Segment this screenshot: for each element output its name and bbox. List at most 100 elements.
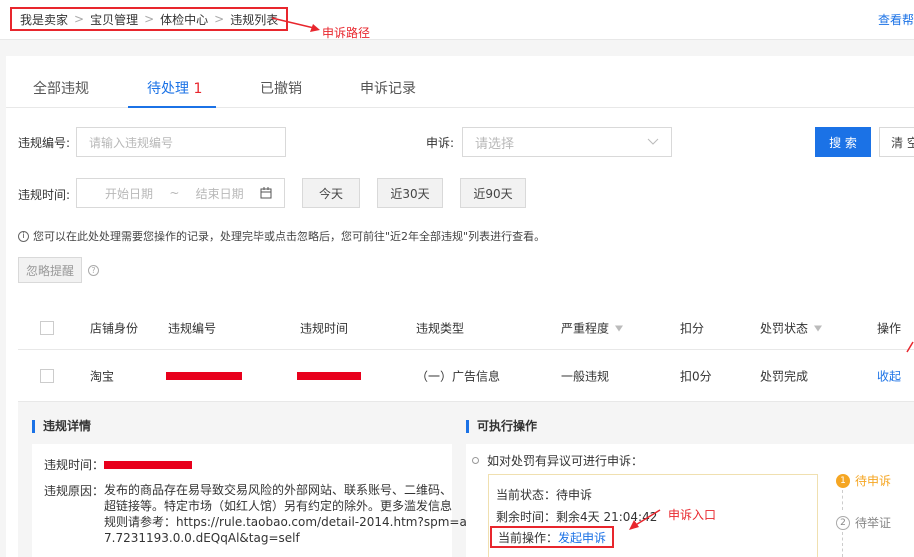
tab-pending[interactable]: 待处理 1 [147,78,202,98]
annotation-arrow-icon [271,17,320,32]
breadcrumb-separator: > [214,12,225,26]
step-number: 2 [836,515,850,530]
step-connector [842,532,843,557]
cell-shop: 淘宝 [90,369,115,383]
col-violation-no: 违规编号 [168,321,217,335]
breadcrumb-item-seller[interactable]: 我是卖家 [20,11,68,28]
input-placeholder: 请输入违规编号 [89,135,174,150]
col-violation-time: 违规时间 [300,321,349,335]
search-button[interactable]: 搜 索 [815,127,871,157]
status-value: 待申诉 [556,488,593,502]
row-checkbox[interactable] [40,368,54,383]
annotation-arrow-icon [906,341,914,353]
breadcrumb: 我是卖家 > 宝贝管理 > 体检中心 > 违规列表 [10,7,289,31]
quick-90-days-button[interactable]: 近90天 [460,178,526,208]
tab-count-badge: 1 [193,81,203,97]
collapse-link[interactable]: 收起 [877,367,901,384]
end-date-placeholder: 结束日期 [195,186,244,201]
clear-button[interactable]: 清 空 [879,127,914,157]
detail-time-label: 违规时间： [44,458,105,472]
reason-line: 7.7231193.0.0.dEQqAl&tag=self [104,531,300,545]
date-range-picker[interactable]: 开始日期 ~ 结束日期 [76,178,285,208]
tab-bar: 全部违规 待处理 1 已撤销 申诉记录 [6,56,914,108]
annotation-appeal-entry: 申诉入口 [668,508,717,522]
tab-label: 申诉记录 [360,81,416,97]
violation-detail-title: 违规详情 [32,420,91,433]
annotation-arrow-icon [629,509,661,530]
breadcrumb-separator: > [74,12,85,26]
tab-label: 全部违规 [33,81,89,97]
remaining-label: 剩余时间： [496,510,557,524]
col-points: 扣分 [680,321,705,335]
operation-label: 当前操作： [498,530,559,545]
redacted-violation-time [297,371,361,380]
start-appeal-link[interactable]: 发起申诉 [558,529,606,546]
step-number: 1 [836,473,850,488]
detail-reason-label: 违规原因： [44,484,105,498]
col-severity[interactable]: 严重程度 [561,319,624,336]
breadcrumb-item-items[interactable]: 宝贝管理 [90,11,138,28]
col-shop-identity: 店铺身份 [90,321,139,335]
reason-line: 发布的商品存在易导致交易风险的外部网站、联系账号、二维码、 [104,483,453,497]
reason-line: 规则请参考：https://rule.taobao.com/detail-201… [104,515,490,529]
status-label: 当前状态： [496,488,557,502]
tab-label: 已撤销 [260,81,302,97]
violation-no-label: 违规编号: [18,136,71,150]
col-violation-type: 违规类型 [416,321,465,335]
filter-icon[interactable] [814,325,823,332]
violation-time-label: 违规时间: [18,188,71,202]
cell-points: 扣0分 [680,369,712,383]
step-pending-appeal: 1 待申诉 [836,472,891,489]
detail-area: 违规详情 违规时间： 违规原因： 发布的商品存在易导致交易风险的外部网站、联系账… [18,402,914,557]
tab-label: 待处理 [147,81,189,97]
active-tab-indicator [128,106,216,108]
quick-today-button[interactable]: 今天 [302,178,360,208]
actions-intro: 如对处罚有异议可进行申诉： [487,454,644,468]
step-pending-evidence: 2 待举证 [836,514,891,531]
info-icon: i [18,230,29,242]
table-row: 淘宝 （一）广告信息 一般违规 扣0分 处罚完成 收起 [18,350,914,402]
info-notice: i 您可以在此处处理需要您操作的记录，处理完毕或点击忽略后，您可前往"近2年全部… [18,228,545,244]
quick-30-days-button[interactable]: 近30天 [377,178,443,208]
current-operation-line: 当前操作： 发起申诉 [490,526,615,548]
tab-appeal-records[interactable]: 申诉记录 [360,78,416,98]
violation-detail-box: 违规时间： 违规原因： 发布的商品存在易导致交易风险的外部网站、联系账号、二维码… [32,444,490,557]
reason-line: 超链接等。特定市场（如红人馆）另有约定的除外。更多滥发信息 [104,499,453,513]
table-header: 店铺身份 违规编号 违规时间 违规类型 严重程度 扣分 处罚状态 操作 [18,306,914,350]
breadcrumb-item-checkup[interactable]: 体检中心 [160,11,208,28]
violation-no-input[interactable]: 请输入违规编号 [76,127,286,157]
step-connector [842,490,843,510]
select-all-checkbox[interactable] [40,320,54,335]
detail-reason-text: 发布的商品存在易导致交易风险的外部网站、联系账号、二维码、 超链接等。特定市场（… [104,482,490,546]
cell-severity: 一般违规 [561,369,610,383]
filter-icon[interactable] [615,325,624,332]
col-label: 严重程度 [561,321,610,335]
chevron-down-icon [647,138,659,145]
step-label: 待举证 [855,516,892,530]
start-date-placeholder: 开始日期 [105,186,154,201]
tab-all-violations[interactable]: 全部违规 [33,78,89,98]
actions-intro-line: 如对处罚有异议可进行申诉： [472,452,643,469]
current-status-line: 当前状态：待申诉 [496,486,592,503]
col-penalty-status[interactable]: 处罚状态 [760,319,823,336]
breadcrumb-separator: > [144,12,155,26]
tab-revoked[interactable]: 已撤销 [260,78,302,98]
actions-box: 如对处罚有异议可进行申诉： 当前状态：待申诉 剩余时间：剩余4天 21:04:4… [466,444,914,557]
col-actions: 操作 [877,321,902,335]
calendar-icon [260,187,272,199]
ignore-reminder-button[interactable]: 忽略提醒 [18,257,82,283]
appeal-label: 申诉: [426,136,455,150]
range-separator: ~ [169,186,180,200]
bullet-icon [472,457,479,464]
appeal-select[interactable]: 请选择 [462,127,672,157]
select-placeholder: 请选择 [475,136,515,152]
annotation-appeal-path: 申诉路径 [322,26,371,40]
info-text: 您可以在此处处理需要您操作的记录，处理完毕或点击忽略后，您可前往"近2年全部违规… [33,230,546,243]
cell-status: 处罚完成 [760,369,809,383]
redacted-violation-no [166,371,242,380]
help-question-icon[interactable]: ? [88,265,99,276]
cell-type: （一）广告信息 [416,369,501,383]
detail-time-line: 违规时间： [44,456,193,473]
help-link[interactable]: 查看帮 [878,11,914,28]
actions-title: 可执行操作 [466,420,537,433]
